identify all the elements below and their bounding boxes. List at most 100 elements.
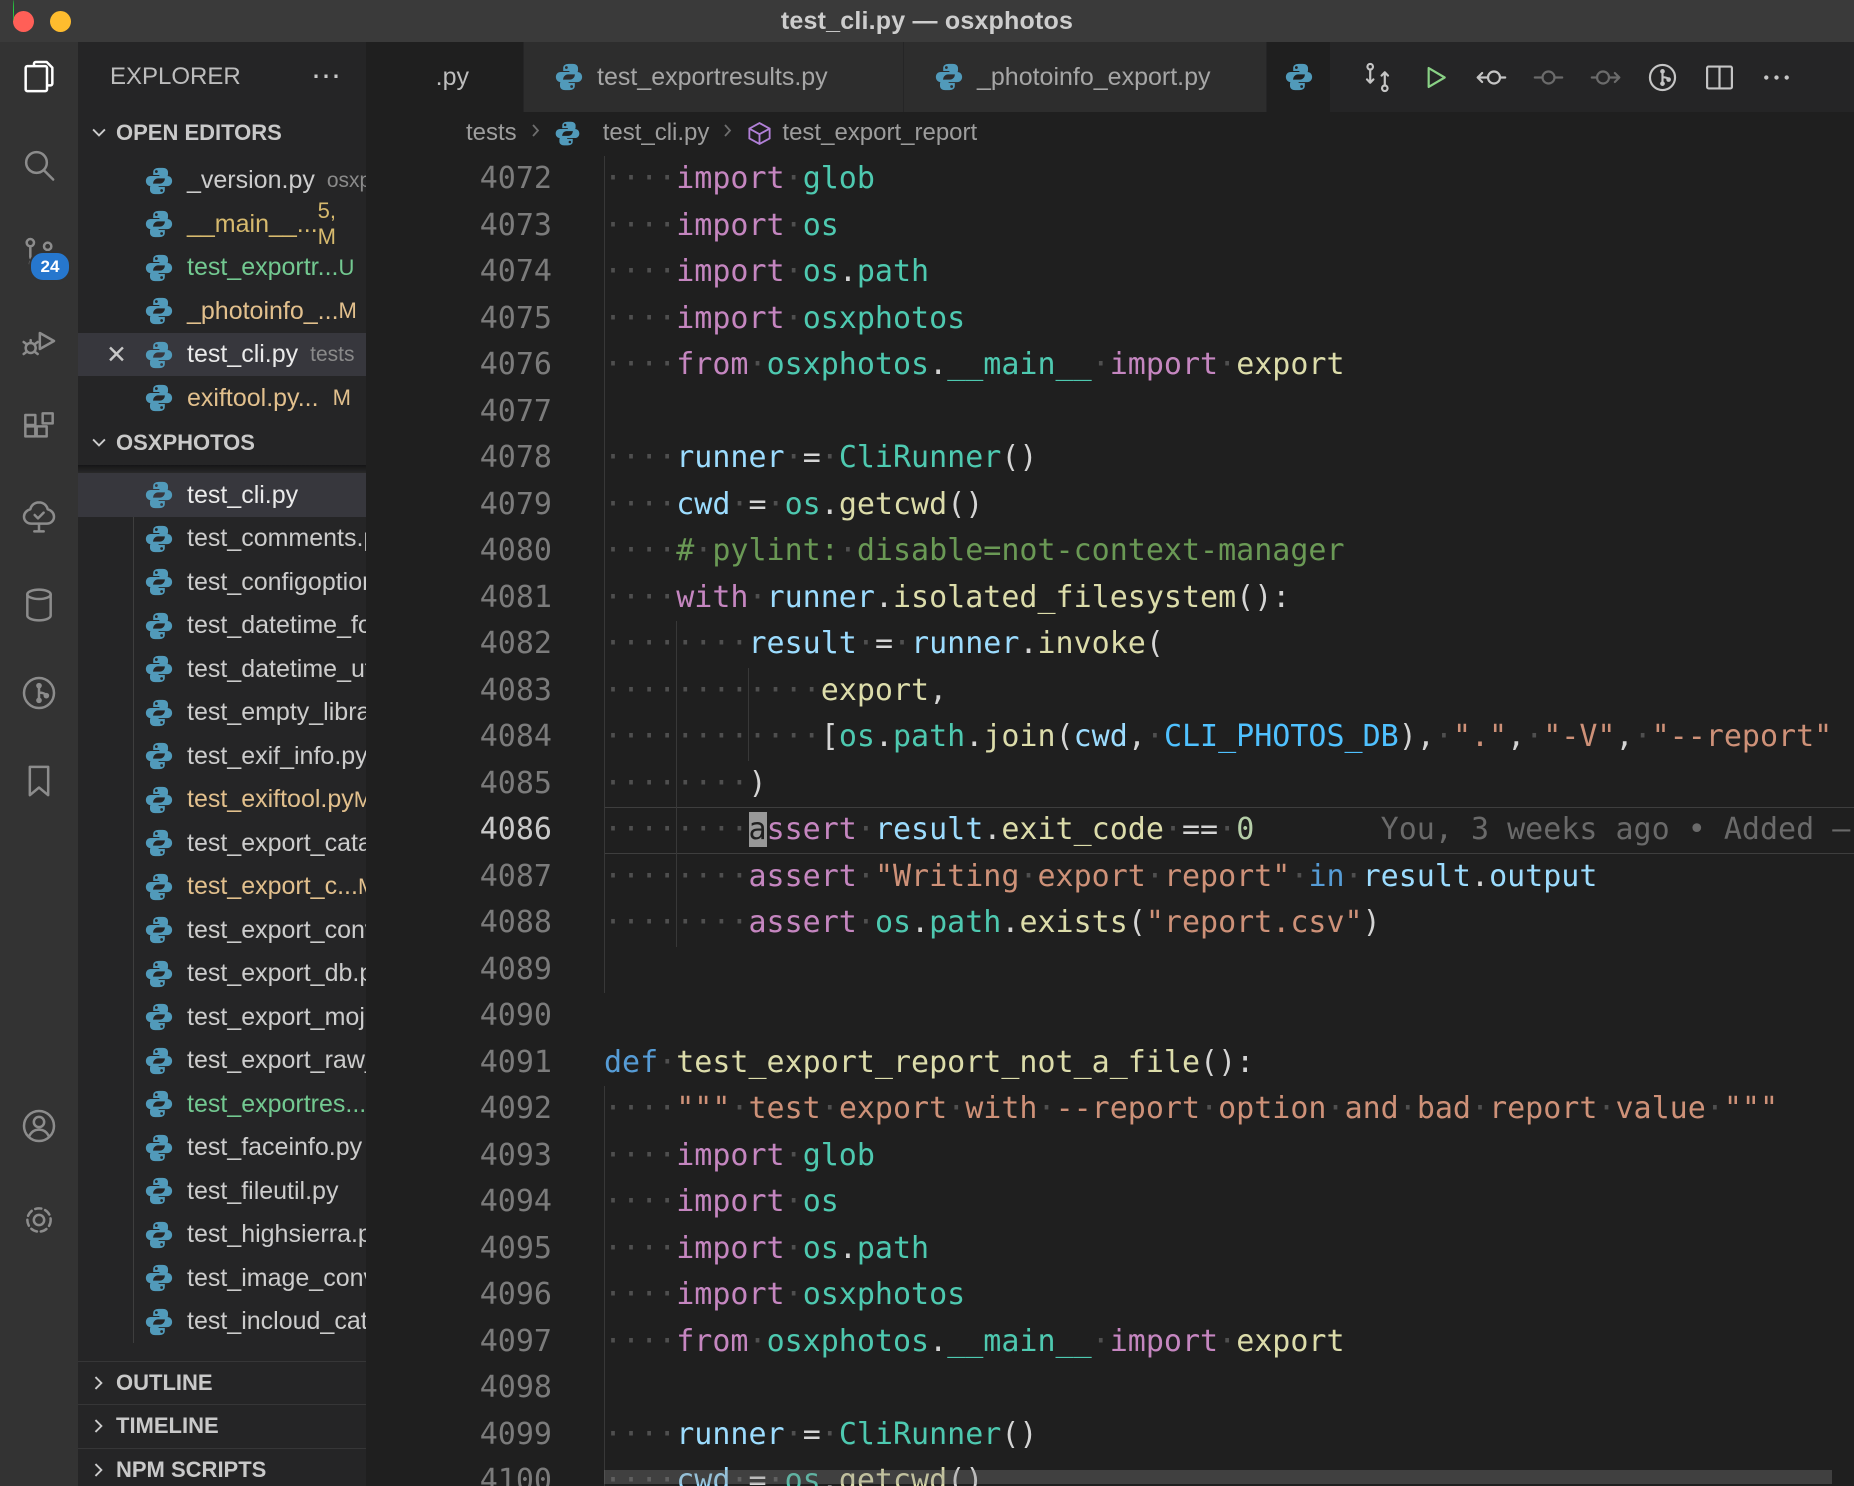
code-line[interactable]: 4073····import·os — [366, 203, 1854, 250]
account-icon[interactable] — [17, 1104, 61, 1148]
search-icon[interactable] — [17, 143, 61, 187]
open-editors-header[interactable]: OPEN EDITORS — [78, 112, 366, 156]
folder-section-header[interactable]: OSXPHOTOS — [78, 421, 366, 465]
tree-item[interactable]: test_faceinfo.py — [78, 1126, 366, 1170]
breadcrumb-folder[interactable]: tests — [466, 119, 517, 147]
code-token: import — [676, 254, 784, 289]
code-line[interactable]: 4092····"""·test·export·with·--report·op… — [366, 1086, 1854, 1133]
npm-scripts-section-header[interactable]: NPM SCRIPTS — [78, 1448, 366, 1486]
source-control-icon[interactable]: 24 — [17, 231, 61, 275]
open-editor-item[interactable]: _photoinfo_...M — [78, 289, 366, 333]
code-editor[interactable]: 4072····import·glob4073····import·os4074… — [366, 154, 1854, 1486]
open-editor-item[interactable]: exiftool.py...M — [78, 376, 366, 420]
code-line[interactable]: 4081····with·runner.isolated_filesystem(… — [366, 575, 1854, 622]
code-token: ···· — [604, 440, 676, 475]
open-editor-item[interactable]: ✕ test_cli.pytests — [78, 333, 366, 377]
tab-test-cli-partial[interactable]: .py — [366, 42, 524, 112]
tree-item[interactable]: test_image_convert... — [78, 1256, 366, 1300]
settings-gear-icon[interactable] — [17, 1198, 61, 1242]
code-line[interactable]: 4093····import·glob — [366, 1133, 1854, 1180]
line-number: 4080 — [366, 528, 604, 575]
git-graph-icon[interactable] — [1642, 57, 1683, 98]
code-line[interactable]: 4079····cwd·=·os.getcwd() — [366, 482, 1854, 529]
code-line[interactable]: 4084············[os.path.join(cwd,·CLI_P… — [366, 714, 1854, 761]
more-actions-icon[interactable]: ⋯ — [311, 72, 344, 82]
code-line[interactable]: 4077 — [366, 389, 1854, 436]
code-line[interactable]: 4085········) — [366, 761, 1854, 808]
code-line[interactable]: 4089 — [366, 947, 1854, 994]
code-line[interactable]: 4078····runner·=·CliRunner() — [366, 435, 1854, 482]
code-line[interactable]: 4076····from·osxphotos.__main__·import·e… — [366, 342, 1854, 389]
git-graph-icon[interactable] — [17, 671, 61, 715]
code-line[interactable]: 4086········assert·result.exit_code·==·0… — [366, 807, 1854, 854]
tree-item[interactable]: test_export_c...M — [78, 865, 366, 909]
code-line[interactable]: 4075····import·osxphotos — [366, 296, 1854, 343]
open-editor-item[interactable]: _version.pyosxp... — [78, 159, 366, 203]
tree-item[interactable]: test_export_conver... — [78, 908, 366, 952]
bookmark-icon[interactable] — [17, 759, 61, 803]
tree-item[interactable]: test_highsierra.py — [78, 1213, 366, 1257]
code-token: import — [676, 1184, 784, 1219]
code-line[interactable]: 4098 — [366, 1365, 1854, 1412]
code-token: assert — [749, 905, 857, 940]
code-line[interactable]: 4072····import·glob — [366, 156, 1854, 203]
database-icon[interactable] — [17, 583, 61, 627]
explorer-icon[interactable] — [17, 55, 61, 99]
title-bar: test_cli.py — osxphotos — [0, 0, 1854, 42]
run-icon[interactable] — [1414, 57, 1455, 98]
tree-item[interactable]: test_datetime_form... — [78, 604, 366, 648]
code-line[interactable]: 4099····runner·=·CliRunner() — [366, 1412, 1854, 1459]
code-line[interactable]: 4094····import·os — [366, 1179, 1854, 1226]
minimize-window-button[interactable] — [50, 11, 71, 32]
previous-change-icon[interactable] — [1471, 57, 1512, 98]
tree-item[interactable]: test_comments.py — [78, 517, 366, 561]
outline-section-header[interactable]: OUTLINE — [78, 1361, 366, 1405]
code-line[interactable]: 4096····import·osxphotos — [366, 1272, 1854, 1319]
zoom-window-button[interactable] — [13, 0, 14, 21]
compare-changes-icon[interactable] — [1357, 57, 1398, 98]
code-line[interactable]: 4091def·test_export_report_not_a_file(): — [366, 1040, 1854, 1087]
code-line[interactable]: 4082········result·=·runner.invoke( — [366, 621, 1854, 668]
open-editor-item[interactable]: __main__...5, M — [78, 202, 366, 246]
code-line[interactable]: 4090 — [366, 993, 1854, 1040]
code-line[interactable]: 4087········assert·"Writing·export·repor… — [366, 854, 1854, 901]
tree-item[interactable]: test_exiftool.pyM — [78, 778, 366, 822]
more-actions-icon[interactable] — [1756, 57, 1797, 98]
breadcrumb-symbol[interactable]: test_export_report — [746, 119, 977, 147]
tree-item[interactable]: test_export_raw_ca... — [78, 1039, 366, 1083]
run-and-debug-icon[interactable] — [17, 319, 61, 363]
code-token: import — [1110, 1324, 1218, 1359]
code-line[interactable]: 4083············export, — [366, 668, 1854, 715]
close-icon[interactable]: ✕ — [106, 340, 127, 370]
tab-test-exportresults[interactable]: test_exportresults.py — [524, 42, 904, 112]
testing-icon[interactable] — [17, 495, 61, 539]
extensions-icon[interactable] — [17, 407, 61, 451]
tree-item[interactable]: test_exportres...U — [78, 1082, 366, 1126]
tree-item[interactable]: test_incloud_catali... — [78, 1300, 366, 1344]
indent-guide — [604, 854, 605, 901]
tree-item[interactable]: test_exif_info.py — [78, 734, 366, 778]
pinned-python-tab[interactable] — [1267, 42, 1331, 112]
tree-item[interactable]: test_export_catalin... — [78, 821, 366, 865]
horizontal-scrollbar[interactable] — [604, 1470, 1832, 1484]
close-window-button[interactable] — [13, 11, 34, 32]
code-line[interactable]: 4097····from·osxphotos.__main__·import·e… — [366, 1319, 1854, 1366]
tree-item[interactable]: test_empty_library_... — [78, 691, 366, 735]
tree-item[interactable]: test_cli.py — [78, 473, 366, 517]
code-line[interactable]: 4074····import·os.path — [366, 249, 1854, 296]
next-change-icon[interactable] — [1585, 57, 1626, 98]
current-change-icon[interactable] — [1528, 57, 1569, 98]
code-line[interactable]: 4088········assert·os.path.exists("repor… — [366, 900, 1854, 947]
code-line[interactable]: 4080····#·pylint:·disable=not-context-ma… — [366, 528, 1854, 575]
breadcrumb-file[interactable]: test_cli.py — [554, 119, 710, 147]
split-editor-icon[interactable] — [1699, 57, 1740, 98]
tree-item[interactable]: test_configoptions.... — [78, 560, 366, 604]
tree-item[interactable]: test_datetime_utils.... — [78, 647, 366, 691]
open-editor-item[interactable]: test_exportr...U — [78, 246, 366, 290]
code-line[interactable]: 4095····import·os.path — [366, 1226, 1854, 1273]
tree-item[interactable]: test_fileutil.py — [78, 1169, 366, 1213]
tab-photoinfo-export[interactable]: _photoinfo_export.py — [904, 42, 1267, 112]
timeline-section-header[interactable]: TIMELINE — [78, 1404, 366, 1448]
tree-item[interactable]: test_export_db.py — [78, 952, 366, 996]
tree-item[interactable]: test_export_mojave... — [78, 995, 366, 1039]
